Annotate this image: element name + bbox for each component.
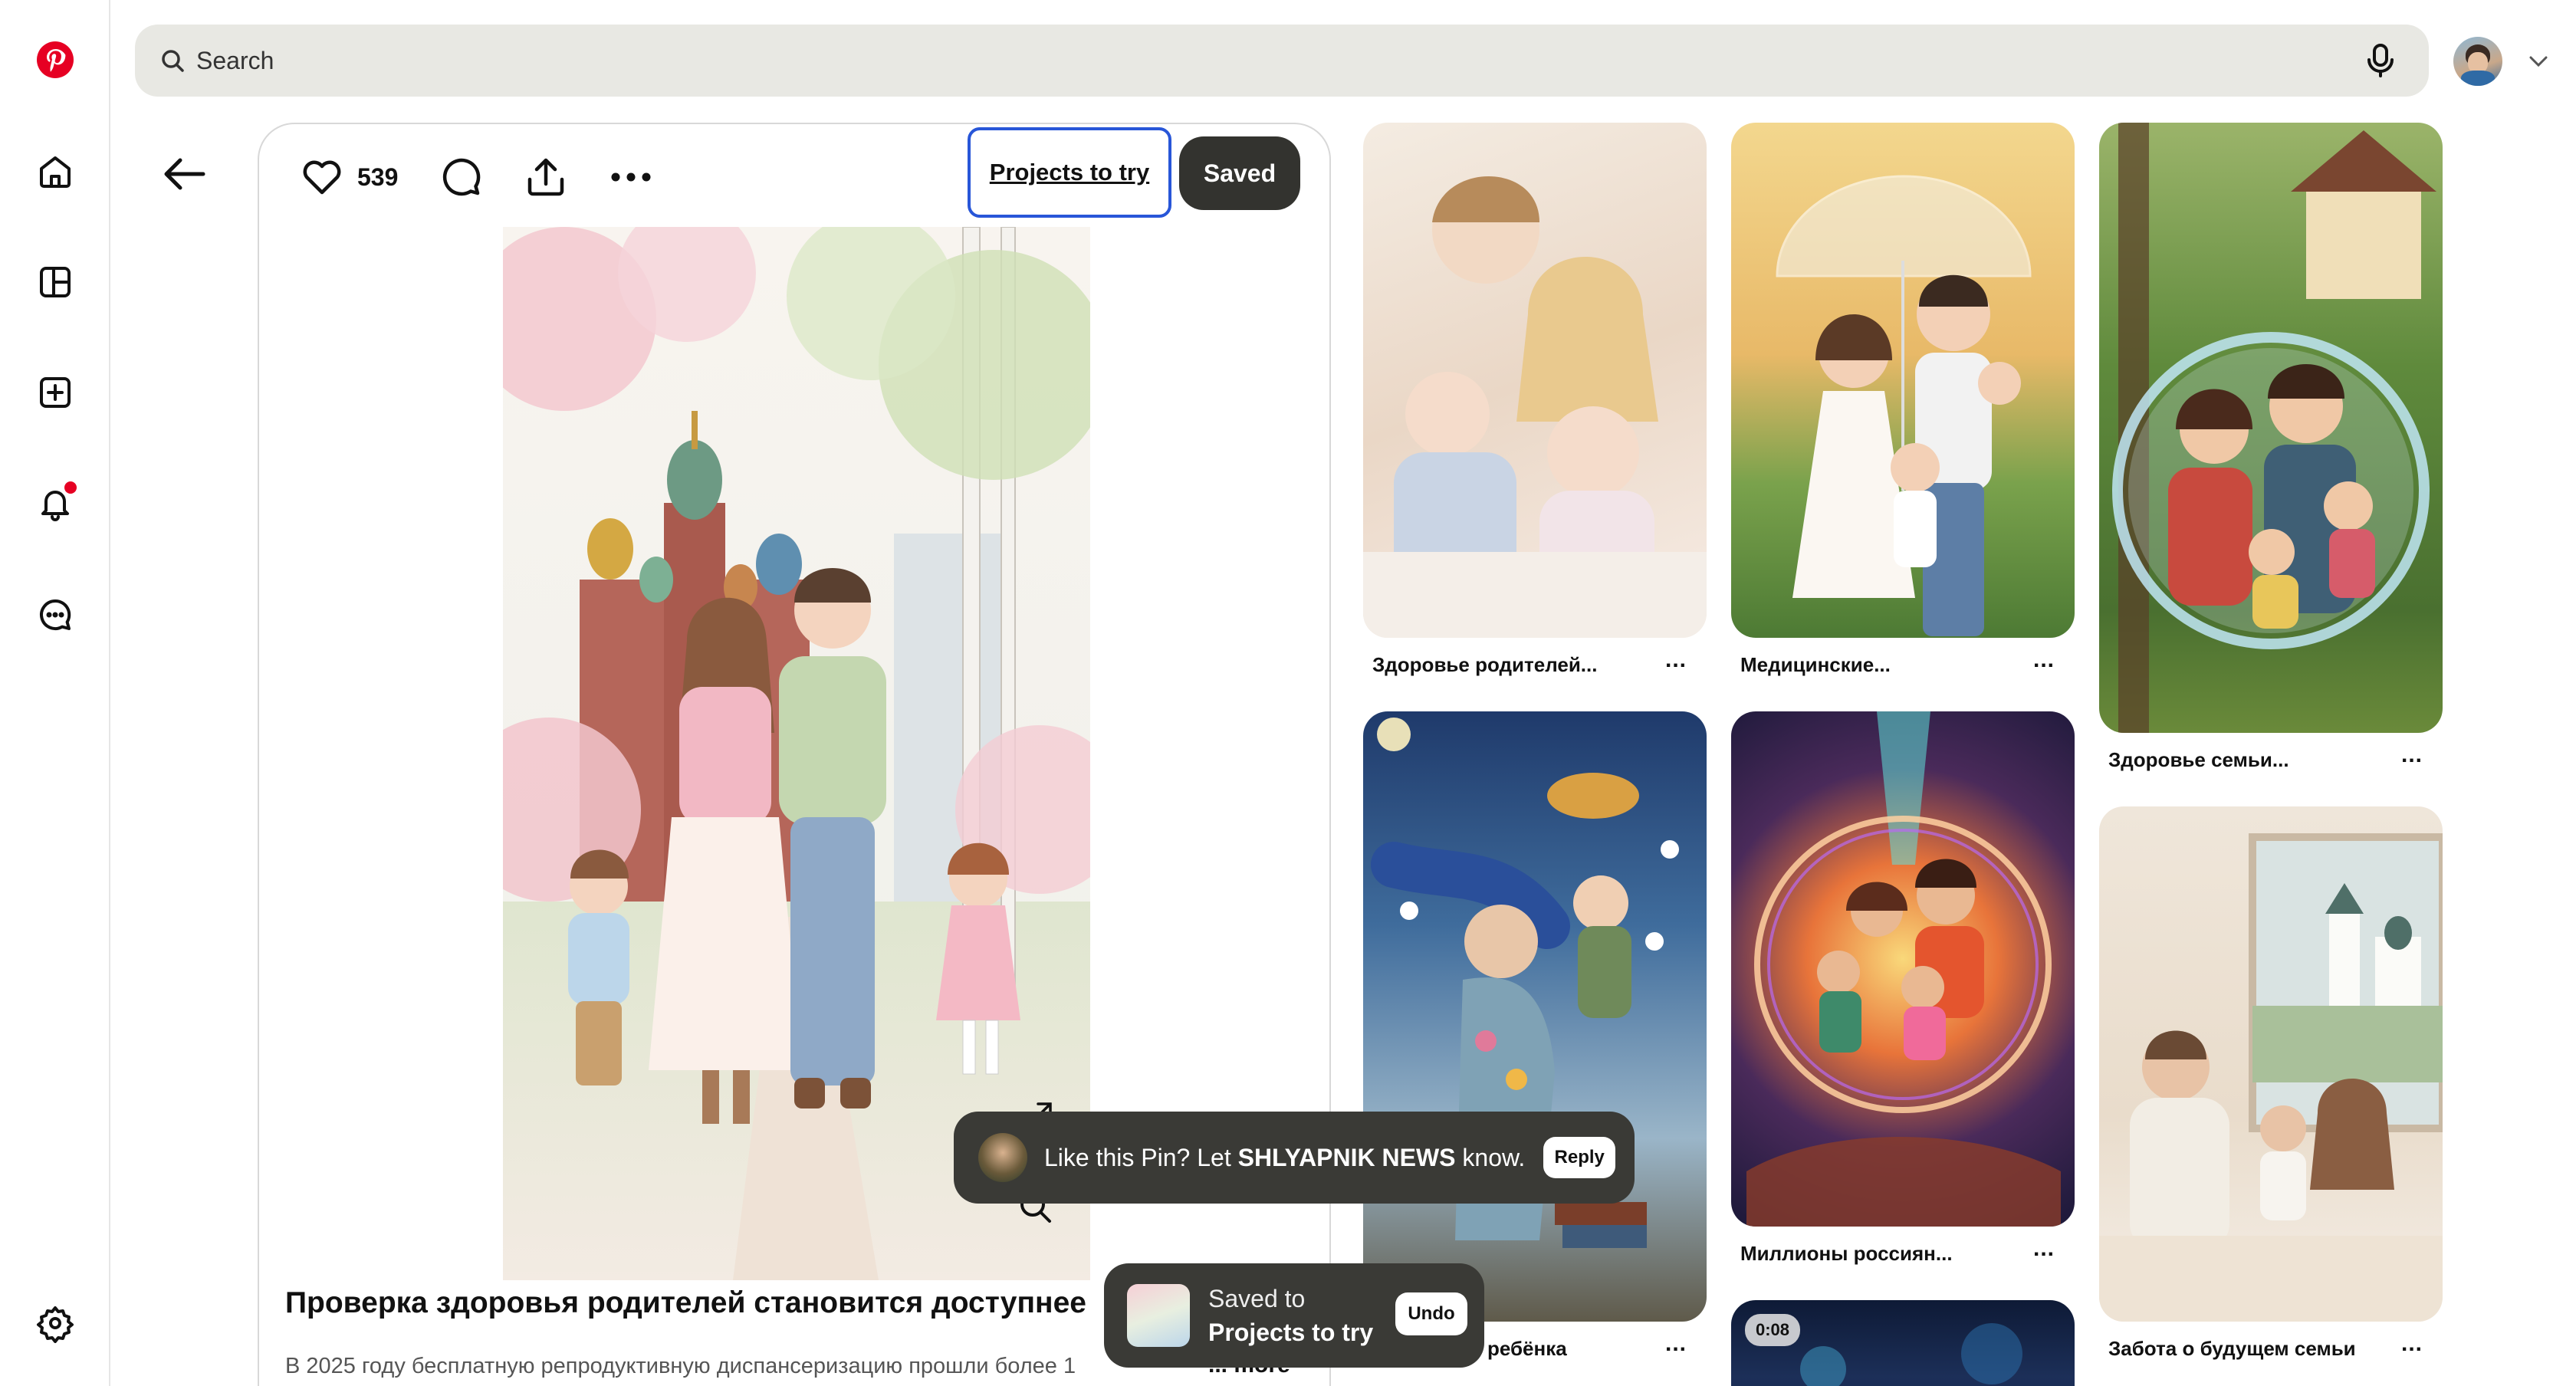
grid-pin-3-caption: Здоровье семьи...: [2108, 748, 2289, 771]
pin-title: Проверка здоровья родителей становится д…: [285, 1286, 1086, 1319]
like-feedback-toast: Like this Pin? Let SHLYAPNIK NEWS know. …: [954, 1112, 1635, 1204]
avatar[interactable]: [2453, 37, 2502, 86]
grid-pin-6[interactable]: [2099, 806, 2443, 1322]
grid-pin-5-more-icon[interactable]: ...: [2033, 1236, 2055, 1262]
saved-thumbnail: [1127, 1284, 1190, 1347]
pin-description-text: В 2025 году бесплатную репродуктивную ди…: [285, 1354, 1076, 1378]
grid-pin-7[interactable]: 0:08: [1731, 1300, 2075, 1386]
undo-button[interactable]: Undo: [1395, 1292, 1467, 1335]
grid-pin-1-caption: Здоровье родителей...: [1372, 653, 1598, 676]
author-avatar: [978, 1133, 1027, 1182]
grid-pin-4[interactable]: [1363, 711, 1707, 1322]
grid-pin-5[interactable]: [1731, 711, 2075, 1227]
home-icon[interactable]: [32, 149, 78, 195]
notifications-icon[interactable]: [32, 480, 78, 526]
search-input[interactable]: [196, 46, 2266, 75]
saved-board-name: Projects to try: [1208, 1319, 1374, 1346]
grid-pin-4-more-icon[interactable]: ...: [1665, 1331, 1687, 1357]
sidebar: [0, 0, 110, 1386]
pin-actions: 539: [301, 156, 652, 198]
grid-pin-5-caption: Миллионы россиян...: [1740, 1242, 1953, 1265]
account-chevron-down-icon[interactable]: [2528, 55, 2548, 67]
grid-pin-6-caption: Забота о будущем семьи: [2108, 1337, 2356, 1360]
like-count: 539: [357, 163, 399, 191]
search-bar[interactable]: [135, 25, 2429, 97]
grid-pin-2[interactable]: [1731, 123, 2075, 638]
grid-pin-3-more-icon[interactable]: ...: [2401, 742, 2423, 768]
messages-icon[interactable]: [32, 592, 78, 638]
settings-icon[interactable]: [32, 1300, 78, 1346]
back-button[interactable]: [158, 147, 212, 201]
saved-button[interactable]: Saved: [1179, 136, 1300, 210]
more-options-icon[interactable]: [610, 172, 652, 182]
share-icon[interactable]: [525, 156, 567, 198]
arrow-left-icon: [164, 158, 205, 190]
explore-icon[interactable]: [32, 259, 78, 305]
like-feedback-text: Like this Pin? Let SHLYAPNIK NEWS know.: [1044, 1143, 1526, 1171]
grid-pin-3[interactable]: [2099, 123, 2443, 733]
create-icon[interactable]: [32, 369, 78, 415]
notification-dot: [64, 481, 77, 494]
board-select-button[interactable]: Projects to try: [968, 127, 1171, 218]
grid-pin-1-more-icon[interactable]: ...: [1665, 647, 1687, 673]
grid-pin-2-more-icon[interactable]: ...: [2033, 647, 2055, 673]
video-duration-badge: 0:08: [1745, 1314, 1801, 1346]
saved-toast: Saved to Projects to try Undo: [1104, 1263, 1484, 1368]
heart-icon[interactable]: [301, 157, 343, 197]
grid-pin-4-caption: ребёнка: [1487, 1337, 1567, 1360]
saved-toast-text: Saved to Projects to try: [1208, 1282, 1373, 1349]
search-icon: [162, 50, 184, 72]
grid-pin-2-caption: Медицинские...: [1740, 653, 1891, 676]
pinterest-logo-icon[interactable]: [32, 37, 78, 83]
comment-icon[interactable]: [441, 156, 482, 198]
grid-pin-6-more-icon[interactable]: ...: [2401, 1331, 2423, 1357]
author-name: SHLYAPNIK NEWS: [1237, 1143, 1456, 1171]
microphone-icon[interactable]: [2361, 41, 2400, 80]
reply-button[interactable]: Reply: [1543, 1137, 1616, 1178]
grid-pin-1[interactable]: [1363, 123, 1707, 638]
